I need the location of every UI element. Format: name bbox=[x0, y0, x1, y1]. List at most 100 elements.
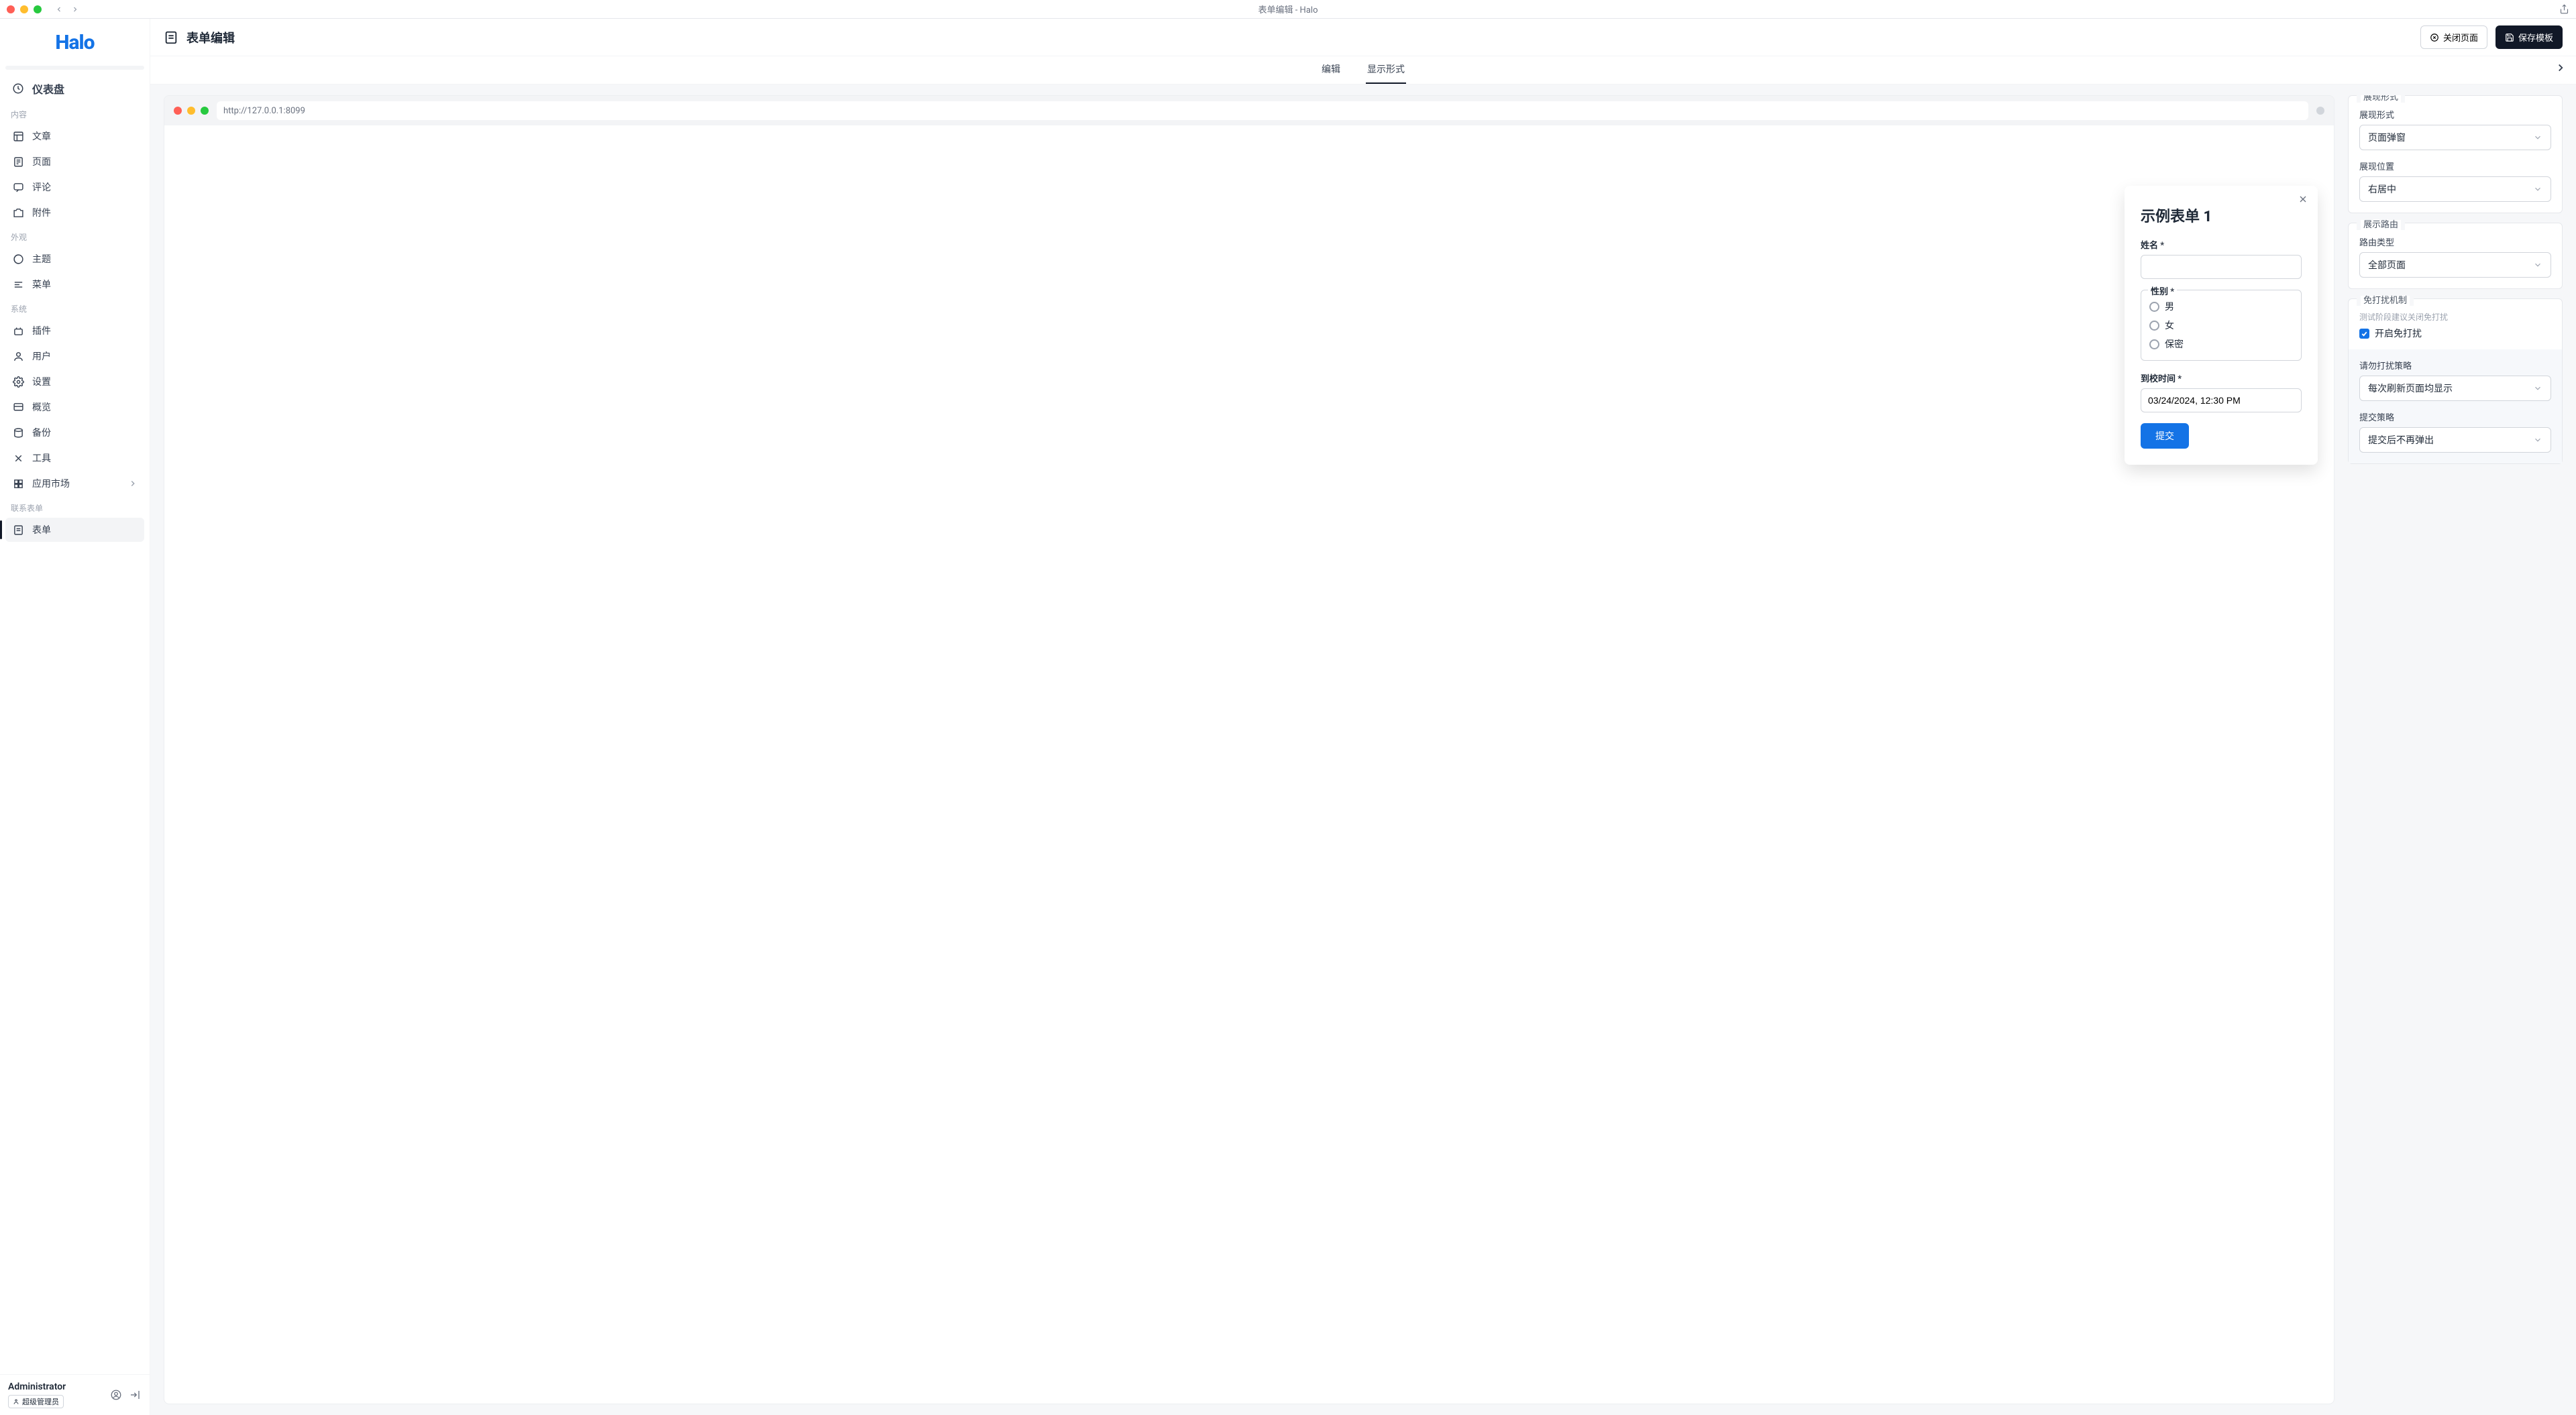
sidebar-item-label: 插件 bbox=[32, 324, 51, 337]
window-nav-arrows bbox=[55, 5, 79, 13]
select-value: 提交后不再弹出 bbox=[2368, 433, 2434, 447]
sidebar-item-pages[interactable]: 页面 bbox=[5, 150, 144, 174]
traffic-lights bbox=[7, 5, 42, 13]
chevron-right-icon bbox=[128, 479, 138, 488]
radio-label: 保密 bbox=[2165, 337, 2184, 351]
checkbox-icon bbox=[2359, 329, 2369, 339]
plugins-icon bbox=[12, 325, 24, 337]
sidebar-item-label: 工具 bbox=[32, 451, 51, 465]
forward-arrow-icon[interactable] bbox=[71, 5, 79, 13]
zoom-window-dot[interactable] bbox=[34, 5, 42, 13]
select-value: 页面弹窗 bbox=[2368, 131, 2406, 144]
tab-edit[interactable]: 编辑 bbox=[1320, 62, 1342, 84]
group-label-content: 内容 bbox=[5, 103, 144, 123]
back-arrow-icon[interactable] bbox=[55, 5, 63, 13]
chevron-down-icon bbox=[2533, 133, 2542, 142]
config-panel: 展现形式 展现形式 页面弹窗 展现位置 右居中 bbox=[2348, 95, 2563, 1404]
name-input[interactable] bbox=[2141, 255, 2302, 279]
close-page-button[interactable]: 关闭页面 bbox=[2420, 25, 2487, 49]
menus-icon bbox=[12, 278, 24, 290]
select-value: 全部页面 bbox=[2368, 258, 2406, 272]
address-bar[interactable]: http://127.0.0.1:8099 bbox=[217, 101, 2308, 120]
display-position-label: 展现位置 bbox=[2359, 160, 2551, 172]
sidebar-item-forms[interactable]: 表单 bbox=[5, 518, 144, 542]
form-edit-icon bbox=[164, 30, 178, 45]
sidebar-item-comments[interactable]: 评论 bbox=[5, 175, 144, 199]
sidebar-item-label: 评论 bbox=[32, 180, 51, 194]
sidebar-item-tools[interactable]: 工具 bbox=[5, 446, 144, 470]
chevron-down-icon bbox=[2533, 184, 2542, 194]
submit-policy-label: 提交策略 bbox=[2359, 410, 2551, 423]
sidebar-item-dashboard[interactable]: 仪表盘 bbox=[5, 75, 144, 102]
sidebar-item-label: 菜单 bbox=[32, 278, 51, 291]
submit-policy-select[interactable]: 提交后不再弹出 bbox=[2359, 427, 2551, 453]
dnd-policy-select[interactable]: 每次刷新页面均显示 bbox=[2359, 376, 2551, 401]
pages-icon bbox=[12, 156, 24, 168]
dashboard-icon bbox=[12, 82, 24, 95]
page-title: 表单编辑 bbox=[186, 29, 235, 46]
sidebar: Halo 仪表盘 内容 文章 页面 评论 附件 bbox=[0, 19, 150, 1415]
sidebar-item-plugins[interactable]: 插件 bbox=[5, 319, 144, 343]
themes-icon bbox=[12, 253, 24, 265]
share-icon[interactable] bbox=[2559, 4, 2569, 14]
radio-icon bbox=[2149, 339, 2159, 349]
sidebar-item-posts[interactable]: 文章 bbox=[5, 124, 144, 148]
dnd-checkbox-row[interactable]: 开启免打扰 bbox=[2359, 327, 2551, 340]
form-popup: 示例表单 1 姓名 * 性别 * 男 女 保密 到校时间 * 提交 bbox=[2125, 186, 2318, 465]
radio-icon bbox=[2149, 321, 2159, 331]
users-icon bbox=[12, 350, 24, 362]
role-label: 超级管理员 bbox=[22, 1396, 59, 1407]
submit-button[interactable]: 提交 bbox=[2141, 423, 2189, 449]
close-window-dot[interactable] bbox=[7, 5, 15, 13]
sidebar-item-themes[interactable]: 主题 bbox=[5, 247, 144, 271]
tab-display[interactable]: 显示形式 bbox=[1366, 62, 1406, 84]
brand-logo: Halo bbox=[55, 31, 94, 54]
route-type-select[interactable]: 全部页面 bbox=[2359, 252, 2551, 278]
select-value: 右居中 bbox=[2368, 182, 2396, 196]
display-mode-select[interactable]: 页面弹窗 bbox=[2359, 125, 2551, 150]
dnd-policy-label: 请勿打扰策略 bbox=[2359, 359, 2551, 372]
radio-label: 女 bbox=[2165, 319, 2174, 332]
gender-option-secret[interactable]: 保密 bbox=[2149, 335, 2293, 353]
window-title: 表单编辑 - Halo bbox=[1258, 3, 1318, 15]
sidebar-item-overview[interactable]: 概览 bbox=[5, 395, 144, 419]
sidebar-item-backup[interactable]: 备份 bbox=[5, 420, 144, 445]
address-text: http://127.0.0.1:8099 bbox=[223, 106, 305, 116]
logo-area: Halo bbox=[0, 19, 150, 66]
search-placeholder bbox=[5, 66, 144, 70]
sidebar-item-market[interactable]: 应用市场 bbox=[5, 471, 144, 496]
comments-icon bbox=[12, 181, 24, 193]
gender-option-male[interactable]: 男 bbox=[2149, 297, 2293, 316]
collapse-panel-icon[interactable] bbox=[2555, 62, 2567, 74]
display-card: 展现形式 展现形式 页面弹窗 展现位置 右居中 bbox=[2348, 95, 2563, 213]
sidebar-item-settings[interactable]: 设置 bbox=[5, 370, 144, 394]
card-title: 免打扰机制 bbox=[2357, 293, 2414, 306]
market-icon bbox=[12, 477, 24, 490]
preview-tab-dot bbox=[2316, 107, 2324, 115]
group-label-system: 系统 bbox=[5, 298, 144, 317]
posts-icon bbox=[12, 130, 24, 142]
save-template-button[interactable]: 保存模板 bbox=[2496, 25, 2563, 49]
sidebar-item-label: 用户 bbox=[32, 349, 51, 363]
logout-icon[interactable] bbox=[128, 1388, 142, 1402]
sidebar-item-menus[interactable]: 菜单 bbox=[5, 272, 144, 296]
sidebar-item-label: 应用市场 bbox=[32, 477, 70, 490]
tools-icon bbox=[12, 452, 24, 464]
form-title: 示例表单 1 bbox=[2141, 205, 2302, 226]
profile-icon[interactable] bbox=[109, 1388, 123, 1402]
button-label: 关闭页面 bbox=[2443, 31, 2478, 44]
preview-red-dot bbox=[174, 107, 182, 115]
group-label-contact: 联系表单 bbox=[5, 497, 144, 516]
chevron-down-icon bbox=[2533, 435, 2542, 445]
display-position-select[interactable]: 右居中 bbox=[2359, 176, 2551, 202]
sidebar-item-attachments[interactable]: 附件 bbox=[5, 201, 144, 225]
minimize-window-dot[interactable] bbox=[20, 5, 28, 13]
preview-traffic-lights bbox=[174, 107, 209, 115]
role-chip: 超级管理员 bbox=[8, 1395, 64, 1408]
overview-icon bbox=[12, 401, 24, 413]
sidebar-item-users[interactable]: 用户 bbox=[5, 344, 144, 368]
arrival-input[interactable] bbox=[2141, 388, 2302, 412]
browser-preview: http://127.0.0.1:8099 示例表单 1 姓名 * 性别 * 男… bbox=[164, 95, 2334, 1404]
close-icon[interactable] bbox=[2298, 194, 2310, 206]
gender-option-female[interactable]: 女 bbox=[2149, 316, 2293, 335]
